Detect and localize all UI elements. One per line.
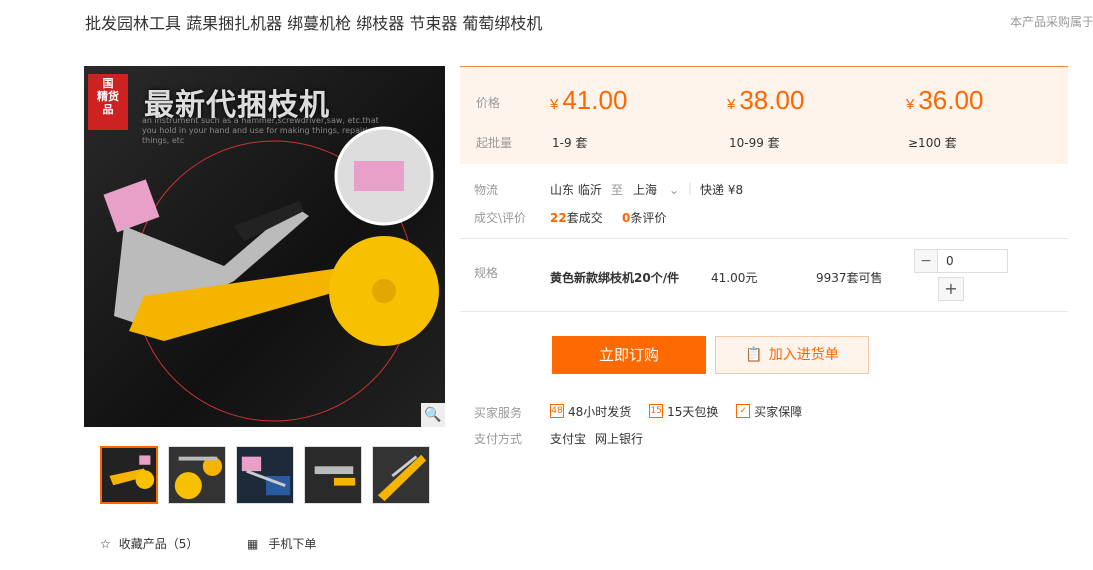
sold-count[interactable]: 22套成交 bbox=[550, 209, 603, 226]
range-tier-2: 10-99 套 bbox=[729, 136, 780, 150]
logistics-label: 物流 bbox=[474, 183, 499, 197]
mobile-label: 手机下单 bbox=[268, 537, 317, 551]
service-list: 48 48小时发货 15 15天包换 ✓ 买家保障 bbox=[550, 402, 816, 420]
star-icon: ☆ bbox=[100, 536, 111, 551]
shield-icon: ✓ bbox=[736, 404, 751, 418]
range-tier-3: ≥100 套 bbox=[908, 136, 957, 150]
quantity-stepper: − 0 bbox=[914, 249, 1008, 273]
review-count[interactable]: 0条评价 bbox=[622, 209, 666, 226]
price-tier-3: ¥36.00 bbox=[906, 85, 984, 115]
thumbnail-2[interactable] bbox=[168, 446, 226, 504]
mobile-order[interactable]: ▦ 手机下单 bbox=[247, 535, 316, 552]
main-product-image[interactable]: 国精货品 最新代捆枝机 an instrument such as a hamm… bbox=[84, 66, 445, 427]
ship-from: 山东 临沂 bbox=[550, 183, 602, 197]
magnifier-icon[interactable]: 🔍 bbox=[421, 403, 445, 427]
service-item[interactable]: 15 15天包换 bbox=[649, 403, 718, 420]
services-label: 买家服务 bbox=[474, 406, 523, 420]
thumbnail-3[interactable] bbox=[236, 446, 294, 504]
tool-illustration bbox=[103, 126, 439, 422]
procurement-note: 本产品采购属于 bbox=[1010, 15, 1093, 29]
price-tier-1: ¥41.00 bbox=[550, 85, 628, 115]
payment-method: 网上银行 bbox=[595, 432, 644, 446]
buy-now-button[interactable]: 立即订购 bbox=[552, 336, 706, 374]
decrement-button[interactable]: − bbox=[914, 249, 938, 273]
thumbnail-1[interactable] bbox=[100, 446, 158, 504]
qr-code-icon: ▦ bbox=[247, 536, 259, 551]
payment-method: 支付宝 bbox=[550, 432, 587, 446]
spec-price: 41.00元 bbox=[711, 271, 758, 285]
shipping-fee: 快递 ¥8 bbox=[700, 183, 744, 197]
thumbnail-5[interactable] bbox=[372, 446, 430, 504]
ship-to-select[interactable]: 上海 ⌄ bbox=[633, 181, 679, 198]
product-title: 批发园林工具 蔬果捆扎机器 绑蔓机枪 绑枝器 节束器 葡萄绑枝机 bbox=[85, 14, 543, 33]
thumbnail-strip bbox=[100, 446, 430, 504]
add-cart-label: 加入进货单 bbox=[768, 347, 839, 363]
exchange-icon: 15 bbox=[649, 404, 664, 418]
price-panel: 价格 起批量 ¥41.00 ¥38.00 ¥36.00 1-9 套 10-99 … bbox=[460, 66, 1068, 164]
deals-label: 成交\评价 bbox=[474, 211, 527, 225]
payment-label: 支付方式 bbox=[474, 432, 523, 446]
add-to-cart-button[interactable]: 📋 加入进货单 bbox=[715, 336, 869, 374]
price-label: 价格 bbox=[476, 96, 501, 110]
ship-to-word: 至 bbox=[611, 183, 624, 197]
favorite-label: 收藏产品（5） bbox=[118, 537, 199, 551]
separator: | bbox=[688, 181, 693, 195]
clipboard-icon: 📋 bbox=[745, 347, 763, 363]
favorite-product[interactable]: ☆ 收藏产品（5） bbox=[100, 535, 198, 552]
price-tier-2: ¥38.00 bbox=[727, 85, 805, 115]
service-item[interactable]: ✓ 买家保障 bbox=[736, 403, 802, 420]
chevron-down-icon: ⌄ bbox=[669, 183, 680, 197]
moq-label: 起批量 bbox=[476, 136, 513, 150]
clock-icon: 48 bbox=[550, 404, 564, 418]
thumbnail-4[interactable] bbox=[304, 446, 362, 504]
quantity-input[interactable]: 0 bbox=[938, 249, 1008, 273]
range-tier-1: 1-9 套 bbox=[552, 136, 588, 150]
spec-name: 黄色新款绑枝机20个/件 bbox=[550, 271, 680, 285]
spec-stock: 9937套可售 bbox=[816, 271, 883, 285]
increment-button[interactable]: + bbox=[938, 277, 964, 301]
service-item[interactable]: 48 48小时发货 bbox=[550, 403, 631, 420]
spec-label: 规格 bbox=[474, 266, 499, 280]
divider bbox=[460, 238, 1068, 239]
divider bbox=[460, 311, 1068, 312]
